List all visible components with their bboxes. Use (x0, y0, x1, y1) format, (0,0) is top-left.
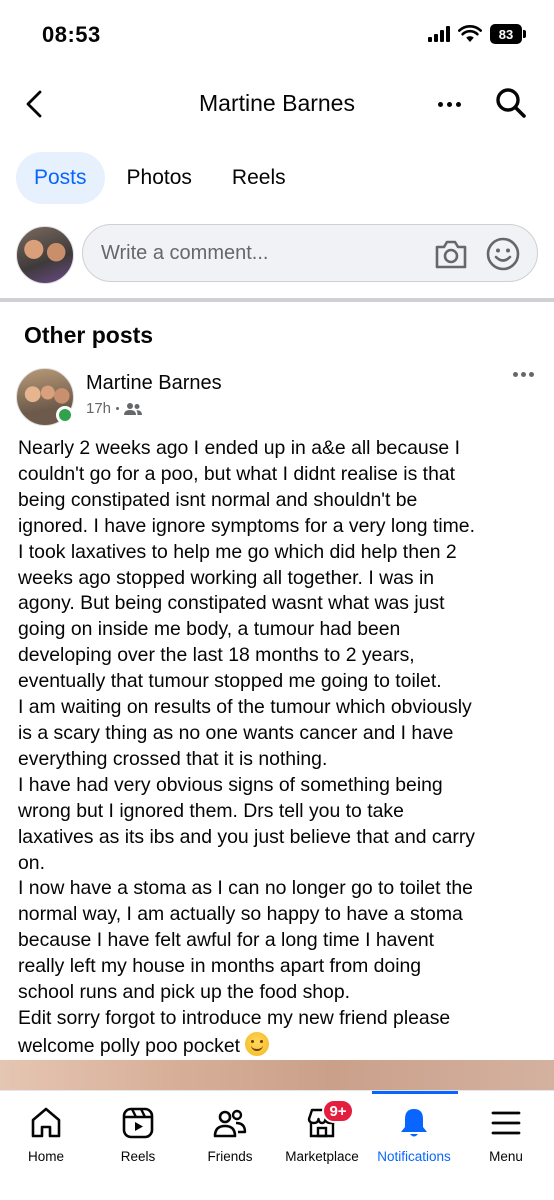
post-header: Martine Barnes 17h (16, 368, 538, 426)
tab-reels[interactable]: Reels (214, 152, 304, 204)
nav-label: Marketplace (285, 1149, 359, 1164)
post-line: school runs and pick up the food shop. (18, 981, 351, 1004)
post-options-icon[interactable] (513, 372, 534, 377)
page-title: Martine Barnes (199, 90, 355, 116)
post-time[interactable]: 17h (86, 400, 111, 417)
notification-badge: 9+ (322, 1099, 354, 1123)
post-line: is a scary thing as no one wants cancer … (18, 721, 454, 744)
post-line: agony. But being constipated wasnt what … (18, 592, 445, 615)
bell-icon (401, 1109, 427, 1137)
post-meta: 17h (86, 400, 143, 417)
post-author[interactable]: Martine Barnes (86, 372, 222, 395)
post-line: everything crossed that it is nothing. (18, 747, 328, 770)
post-line-last: welcome polly poo pocket (18, 1031, 540, 1060)
post-line: developing over the last 18 months to 2 … (18, 644, 415, 667)
smiling-face-emoji (245, 1031, 270, 1056)
nav-notifications[interactable]: Notifications (368, 1091, 460, 1181)
section-title: Other posts (24, 322, 154, 348)
post-line: Edit sorry forgot to introduce my new fr… (18, 1006, 451, 1029)
nav-marketplace[interactable]: 9+ Marketplace (276, 1091, 368, 1181)
status-time: 08:53 (42, 22, 101, 47)
post-line: couldn't go for a poo, but what I didnt … (18, 462, 456, 485)
meta-separator (116, 407, 120, 410)
post-line: I now have a stoma as I can no longer go… (18, 877, 473, 900)
post-line: weeks ago stopped working all together. … (18, 566, 435, 589)
tab-photos[interactable]: Photos (109, 152, 210, 204)
post-line: really left my house in months apart fro… (18, 955, 422, 978)
comment-placeholder: Write a comment... (101, 242, 269, 264)
post-line: going on inside me body, a tumour had be… (18, 618, 401, 641)
post-line: because I have felt awful for a long tim… (18, 929, 435, 952)
camera-icon[interactable] (433, 237, 469, 271)
post-line: eventually that tumour stopped me going … (18, 670, 442, 693)
status-bar: 08:53 83 (0, 0, 554, 70)
post-line: I am waiting on results of the tumour wh… (18, 696, 472, 719)
tab-posts[interactable]: Posts (16, 152, 105, 204)
avatar[interactable] (16, 226, 74, 284)
header: Martine Barnes (0, 76, 554, 132)
bottom-nav: Home Reels Friends 9+ Marketplace Notifi… (0, 1090, 554, 1200)
nav-home[interactable]: Home (0, 1091, 92, 1181)
profile-tabs: Posts Photos Reels (16, 152, 304, 204)
post-line: I took laxatives to help me go which did… (18, 540, 457, 563)
friends-icon (213, 1109, 247, 1138)
post-line: Nearly 2 weeks ago I ended up in a&e all… (18, 437, 460, 459)
menu-icon (491, 1111, 521, 1135)
nav-friends[interactable]: Friends (184, 1091, 276, 1181)
post-line: normal way, I am actually so happy to ha… (18, 903, 463, 926)
comment-composer: Write a comment... (16, 224, 538, 284)
battery-indicator: 83 (490, 24, 526, 44)
nav-label: Menu (489, 1149, 523, 1164)
nav-label: Friends (207, 1149, 253, 1164)
post-line: I have had very obvious signs of somethi… (18, 773, 443, 796)
comment-input[interactable]: Write a comment... (82, 224, 538, 282)
status-icons: 83 (428, 24, 526, 44)
nav-label: Home (27, 1149, 64, 1164)
reels-icon (122, 1107, 154, 1139)
post-line: being constipated isnt normal and should… (18, 488, 418, 511)
post-image[interactable] (0, 1060, 554, 1090)
signal-icon (428, 26, 450, 42)
online-status-dot (56, 406, 74, 424)
friends-icon (124, 402, 143, 415)
smile-icon[interactable] (485, 236, 521, 272)
post-line: ignored. I have ignore symptoms for a ve… (18, 514, 475, 537)
more-horizontal-icon[interactable] (432, 90, 466, 118)
wifi-icon (458, 25, 482, 42)
post-text: Nearly 2 weeks ago I ended up in a&e all… (18, 436, 540, 1060)
home-icon (31, 1107, 61, 1138)
post-line: welcome polly poo pocket (18, 1034, 241, 1057)
section-divider (0, 298, 554, 302)
nav-label: Notifications (377, 1149, 451, 1164)
post-line: laxatives as its ibs and you just believ… (18, 825, 475, 848)
nav-reels[interactable]: Reels (92, 1091, 184, 1181)
post-line: wrong but I ignored them. Drs tell you t… (18, 799, 404, 822)
search-icon[interactable] (494, 86, 528, 120)
nav-menu[interactable]: Menu (460, 1091, 552, 1181)
nav-label: Reels (120, 1149, 156, 1164)
post-line: on. (18, 851, 45, 874)
